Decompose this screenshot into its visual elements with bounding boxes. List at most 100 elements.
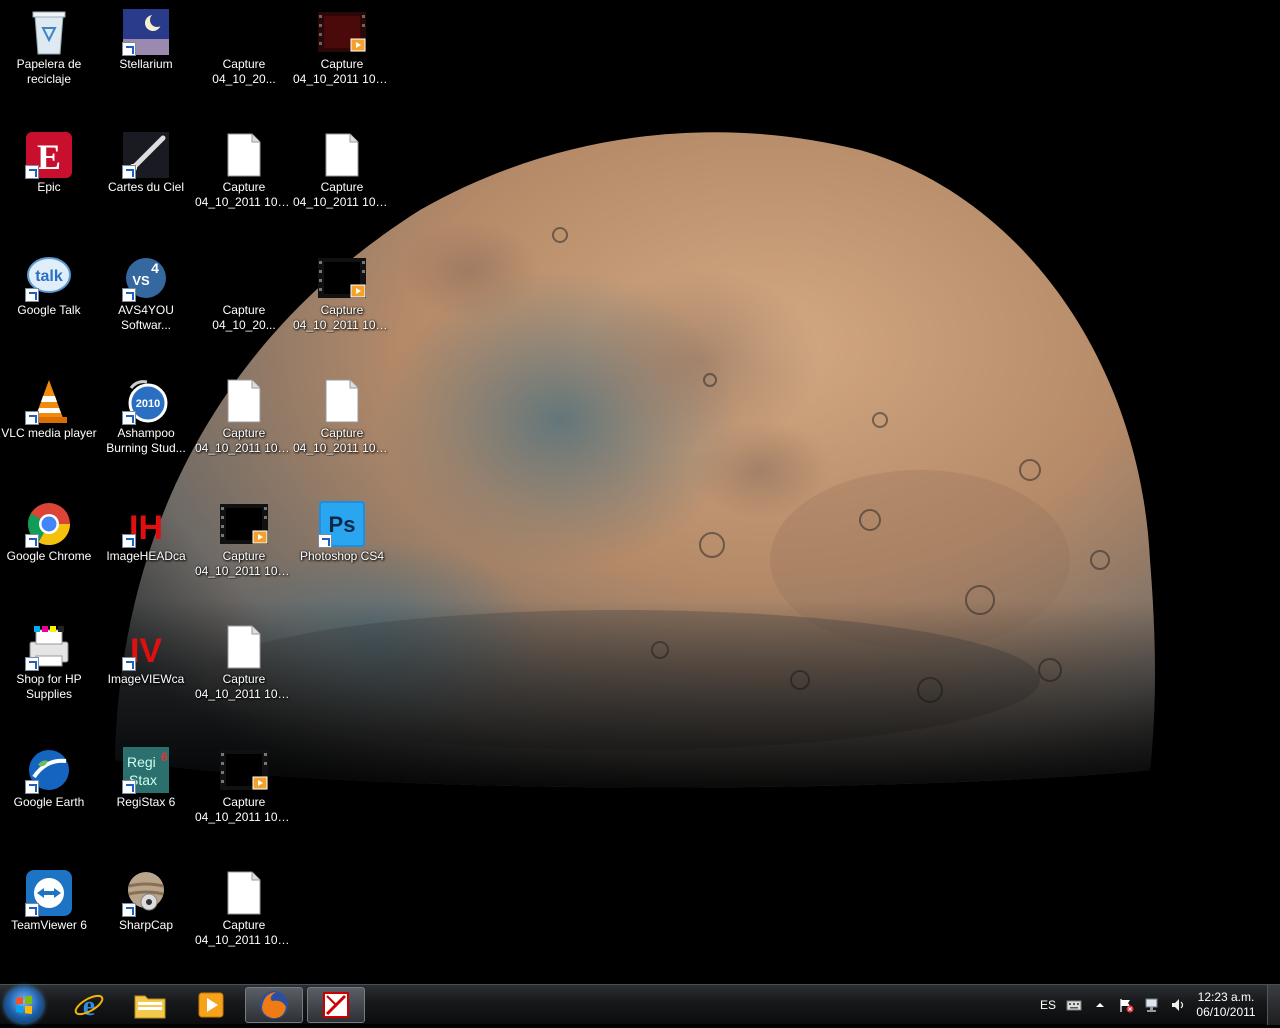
icon-label-line1: Epic xyxy=(37,180,61,194)
icon-label-line2: 04_10_2011 10_3... xyxy=(293,318,391,332)
registax-logo-graphic: Regi Stax 6 xyxy=(122,746,170,794)
language-indicator[interactable]: ES xyxy=(1040,998,1056,1012)
stellarium-icon[interactable]: Stellarium xyxy=(97,8,195,72)
icon-label-line1: Ashampoo xyxy=(117,426,175,440)
shortcut-arrow-icon xyxy=(25,780,39,794)
firefox-taskbar-button[interactable] xyxy=(245,987,303,1023)
icon-label-line1: Capture xyxy=(320,180,364,194)
shortcut-arrow-icon xyxy=(122,42,136,56)
icon-label-line2: 04_10_2011 10_1... xyxy=(195,687,293,701)
capture-app-taskbar-button[interactable] xyxy=(307,987,365,1023)
capture-file-icon[interactable]: Capture 04_10_20... xyxy=(195,8,293,87)
network-icon[interactable] xyxy=(1144,997,1160,1013)
icon-label-line1: Capture xyxy=(222,918,266,932)
capture-document-icon[interactable]: Capture 04_10_2011 10_3... xyxy=(293,131,391,210)
icon-label-line1: Google Earth xyxy=(13,795,85,809)
icon-label-line2: 04_10_2011 10_1... xyxy=(195,441,293,455)
icon-label-line1: Cartes du Ciel xyxy=(107,180,185,194)
shortcut-arrow-icon xyxy=(25,534,39,548)
epic-browser-icon[interactable]: E Epic xyxy=(0,131,98,195)
svg-text:Ps: Ps xyxy=(329,512,356,537)
shortcut-arrow-icon xyxy=(122,780,136,794)
icon-label-line2: Softwar... xyxy=(120,318,172,332)
clock[interactable]: 12:23 a.m. 06/10/2011 xyxy=(1191,990,1261,1020)
recycle-bin-icon[interactable]: Papelera de reciclaje xyxy=(0,8,98,87)
icon-label-line1: VLC media player xyxy=(1,426,97,440)
icon-label-line2: 04_10_2011 10_3... xyxy=(293,72,391,86)
imageview-icon[interactable]: IV ImageVIEWca xyxy=(97,623,195,687)
internet-explorer-taskbar-button[interactable]: e xyxy=(60,987,118,1023)
icon-label-line2: Burning Stud... xyxy=(106,441,186,455)
internet-explorer-icon: e xyxy=(74,991,104,1021)
capture-document-icon[interactable]: Capture 04_10_2011 10_1... xyxy=(195,623,293,702)
google-chrome-icon[interactable]: Google Chrome xyxy=(0,500,98,564)
keyboard-icon[interactable] xyxy=(1066,997,1082,1013)
video-thumbnail-graphic xyxy=(318,254,366,302)
icon-label-line1: Stellarium xyxy=(119,57,173,71)
registax-icon[interactable]: Regi Stax 6 RegiStax 6 xyxy=(97,746,195,810)
icon-label-line1: Capture xyxy=(222,672,266,686)
icon-label-line2: 04_10_2011 10_3... xyxy=(293,195,391,209)
show-hidden-icons-chevron-icon[interactable] xyxy=(1092,997,1108,1013)
capture-document-icon[interactable]: Capture 04_10_2011 10_3... xyxy=(293,377,391,456)
windows-explorer-taskbar-button[interactable] xyxy=(121,987,179,1023)
sharpcap-icon[interactable]: SharpCap xyxy=(97,869,195,933)
icon-label-line1: ImageVIEWca xyxy=(107,672,185,686)
media-player-taskbar-button[interactable] xyxy=(182,987,240,1023)
capture-video-icon[interactable]: Capture 04_10_2011 10_3... xyxy=(293,8,391,87)
document-graphic xyxy=(220,869,268,917)
icon-label-line1: AVS4YOU xyxy=(118,303,174,317)
taskbar: e ES 12:23 a.m. 06/10/2011 xyxy=(0,984,1280,1025)
document-graphic xyxy=(318,377,366,425)
google-talk-icon[interactable]: talk Google Talk xyxy=(0,254,98,318)
imagehead-icon[interactable]: IH ImageHEADca xyxy=(97,500,195,564)
document-graphic xyxy=(220,131,268,179)
vlc-icon[interactable]: VLC media player xyxy=(0,377,98,441)
capture-document-icon[interactable]: Capture 04_10_2011 10_1... xyxy=(195,377,293,456)
shortcut-arrow-icon xyxy=(122,534,136,548)
capture-document-icon[interactable]: Capture 04_10_2011 10_1... xyxy=(195,131,293,210)
webcam-planet-graphic xyxy=(122,869,170,917)
volume-speaker-icon[interactable] xyxy=(1170,997,1186,1013)
show-desktop-button[interactable] xyxy=(1267,985,1280,1025)
cartes-du-ciel-icon[interactable]: Cartes du Ciel xyxy=(97,131,195,195)
svg-text:6: 6 xyxy=(161,750,168,764)
photoshop-icon[interactable]: Ps Photoshop CS4 xyxy=(293,500,391,564)
folder-icon xyxy=(134,995,166,1019)
avs4you-icon[interactable]: VS 4 AVS4YOU Softwar... xyxy=(97,254,195,333)
google-earth-icon[interactable]: Google Earth xyxy=(0,746,98,810)
capture-video-icon[interactable]: Capture 04_10_2011 10_1... xyxy=(195,500,293,579)
teamviewer-icon[interactable]: TeamViewer 6 xyxy=(0,869,98,933)
svg-text:e: e xyxy=(83,991,95,1021)
document-graphic xyxy=(220,623,268,671)
stellarium-graphic xyxy=(122,8,170,56)
teamviewer-logo-graphic xyxy=(25,869,73,917)
firefox-icon xyxy=(260,991,288,1019)
ashampoo-icon[interactable]: 2010 Ashampoo Burning Stud... xyxy=(97,377,195,456)
capture-app-icon xyxy=(323,992,349,1018)
svg-text:VS: VS xyxy=(132,273,150,288)
recycle-bin-graphic xyxy=(25,8,73,56)
capture-video-icon[interactable]: Capture 04_10_2011 10_3... xyxy=(293,254,391,333)
start-button[interactable] xyxy=(5,987,43,1023)
icon-label-line1: Google Talk xyxy=(17,303,81,317)
capture-document-icon[interactable]: Capture 04_10_2011 10_1... xyxy=(195,869,293,948)
hp-supplies-icon[interactable]: Shop for HP Supplies xyxy=(0,623,98,702)
shortcut-arrow-icon xyxy=(25,903,39,917)
svg-text:talk: talk xyxy=(35,268,63,285)
capture-video-icon[interactable]: Capture 04_10_2011 10_1... xyxy=(195,746,293,825)
action-center-flag-icon[interactable] xyxy=(1118,997,1134,1013)
ashampoo-disc-graphic: 2010 xyxy=(122,377,170,425)
icon-label-line2: 04_10_2011 10_3... xyxy=(293,441,391,455)
icon-label-line1: Capture xyxy=(320,303,364,317)
capture-file-icon[interactable]: Capture 04_10_20... xyxy=(195,254,293,333)
ih-letters-graphic: IH xyxy=(122,500,170,548)
video-thumbnail-graphic xyxy=(220,500,268,548)
shortcut-arrow-icon xyxy=(318,534,332,548)
icon-label-line1: TeamViewer 6 xyxy=(11,918,87,932)
desktop[interactable]: Papelera de reciclaje Stellarium Capture 0… xyxy=(0,0,1280,984)
document-graphic xyxy=(220,377,268,425)
icon-label-line1: ImageHEADca xyxy=(106,549,186,563)
blank-thumbnail-graphic xyxy=(220,254,268,302)
icon-label-line1: Capture xyxy=(222,426,266,440)
